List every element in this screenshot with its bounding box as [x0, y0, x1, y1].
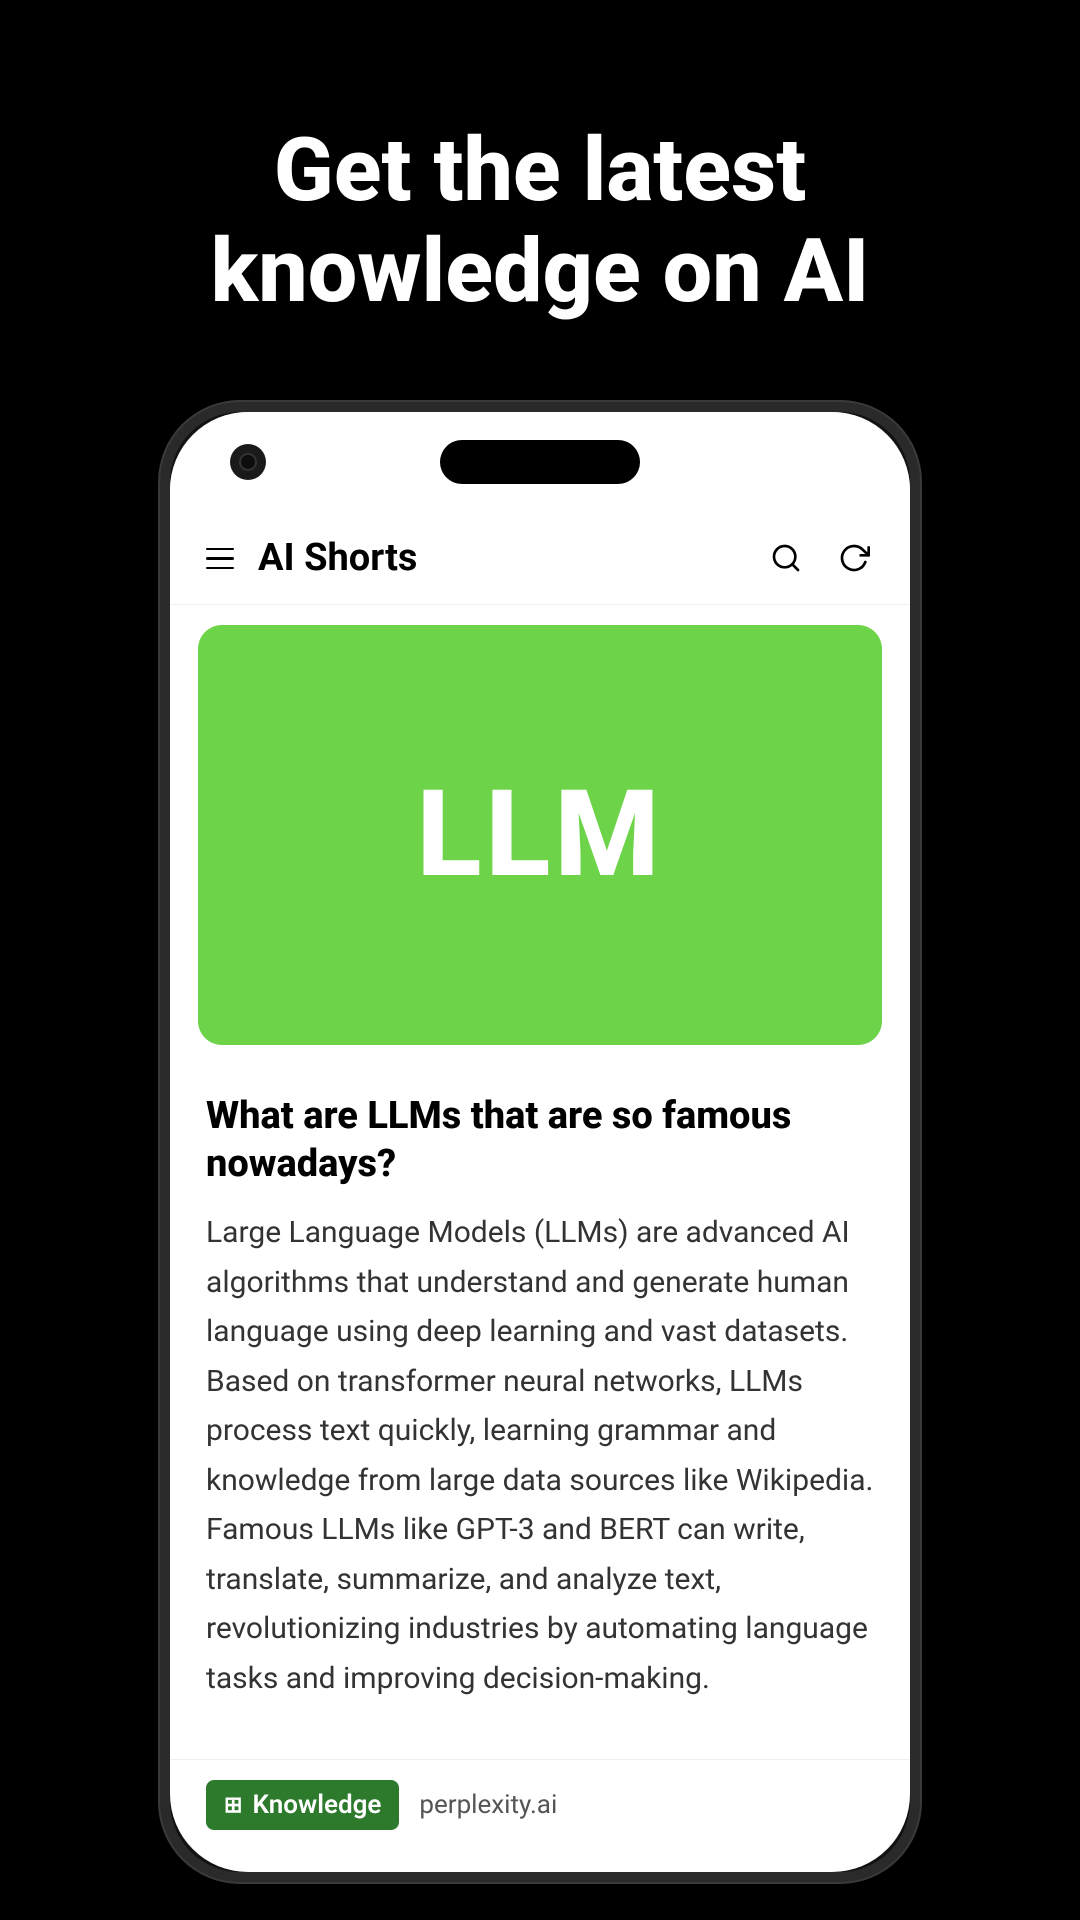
article-body: Large Language Models (LLMs) are advance…	[206, 1208, 874, 1703]
llm-card-label: LLM	[416, 765, 663, 905]
dynamic-island	[440, 440, 640, 484]
search-button[interactable]	[766, 538, 806, 578]
phone-frame: AI Shorts	[160, 402, 920, 1882]
header-right	[766, 538, 874, 578]
camera-lens	[239, 453, 257, 471]
article-content: What are LLMs that are so famous nowaday…	[170, 1065, 910, 1759]
header-left: AI Shorts	[206, 536, 417, 580]
tag-label: Knowledge	[252, 1790, 381, 1820]
menu-button[interactable]	[206, 548, 234, 570]
article-title: What are LLMs that are so famous nowaday…	[206, 1093, 874, 1188]
camera	[230, 444, 266, 480]
app-title: AI Shorts	[258, 536, 417, 580]
llm-card: LLM	[198, 625, 882, 1045]
app-header: AI Shorts	[170, 512, 910, 605]
knowledge-tag[interactable]: ⊞ Knowledge	[206, 1780, 399, 1830]
hero-title: Get the latest knowledge on AI	[0, 120, 1080, 322]
refresh-button[interactable]	[834, 538, 874, 578]
phone-top-bar	[170, 412, 910, 512]
phone-mockup: AI Shorts	[160, 402, 920, 1882]
article-footer: ⊞ Knowledge perplexity.ai	[170, 1759, 910, 1850]
tag-icon: ⊞	[224, 1793, 242, 1818]
source-link[interactable]: perplexity.ai	[419, 1790, 557, 1820]
phone-screen: AI Shorts	[170, 412, 910, 1872]
